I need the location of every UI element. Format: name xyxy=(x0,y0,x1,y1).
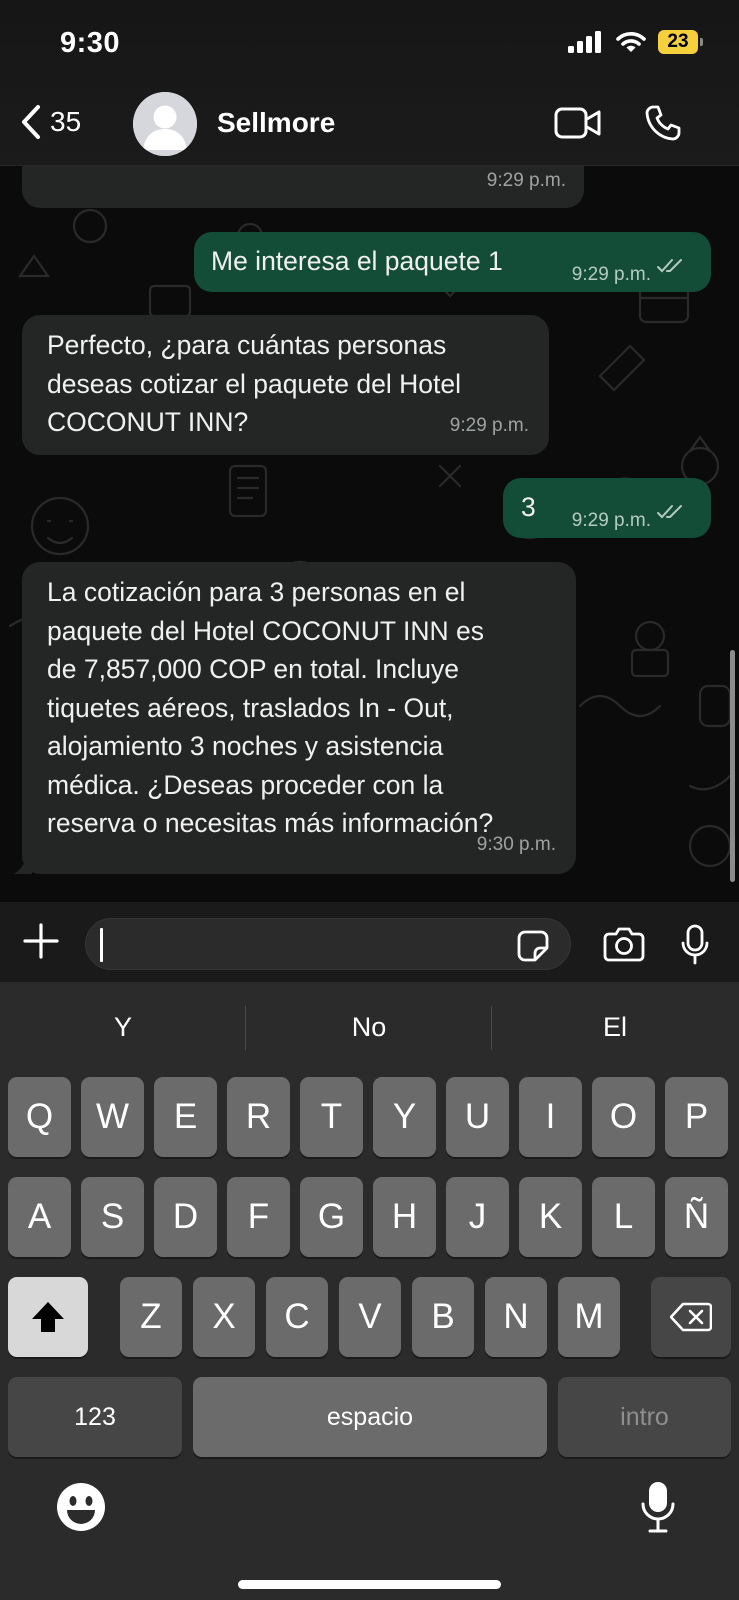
message-text: Me interesa el paquete 1 xyxy=(211,246,503,276)
predictive-suggestions: Y No El xyxy=(0,982,739,1072)
home-indicator[interactable] xyxy=(238,1580,501,1589)
chat-header: 9:30 23 35 Sellmore xyxy=(0,0,739,166)
message-outgoing[interactable]: 3 9:29 p.m. xyxy=(503,478,711,538)
key[interactable]: O xyxy=(592,1077,655,1157)
dictation-button[interactable] xyxy=(639,1480,677,1539)
key[interactable]: B xyxy=(412,1277,474,1357)
key[interactable]: S xyxy=(81,1177,144,1257)
suggestion-item[interactable]: No xyxy=(246,982,492,1072)
sticker-icon xyxy=(517,930,549,962)
battery-icon: 23 xyxy=(658,30,698,54)
suggestion-item[interactable]: Y xyxy=(0,982,246,1072)
key[interactable]: T xyxy=(300,1077,363,1157)
plus-icon xyxy=(23,923,59,959)
message-input[interactable] xyxy=(85,918,571,970)
keyboard: Y No El Q W E R T Y U I O P A S D F G H … xyxy=(0,982,739,1600)
key[interactable]: Y xyxy=(373,1077,436,1157)
emoji-button[interactable] xyxy=(56,1482,106,1537)
message-time: 9:29 p.m. xyxy=(449,414,529,436)
attach-button[interactable] xyxy=(22,922,60,965)
space-key[interactable]: espacio xyxy=(193,1377,547,1457)
wifi-icon xyxy=(616,32,646,52)
message-incoming[interactable]: Perfecto, ¿para cuántas personas deseas … xyxy=(22,315,549,455)
video-camera-icon xyxy=(554,107,601,139)
message-composer xyxy=(0,902,739,982)
key[interactable]: U xyxy=(446,1077,509,1157)
voice-message-button[interactable] xyxy=(680,924,710,971)
key[interactable]: V xyxy=(339,1277,401,1357)
emoji-icon xyxy=(57,1483,105,1531)
microphone-icon xyxy=(681,924,709,965)
return-key[interactable]: intro xyxy=(558,1377,731,1457)
message-text: La cotización para 3 personas en el paqu… xyxy=(47,577,494,838)
chat-area[interactable]: 9:29 p.m. Me interesa el paquete 1 9:29 … xyxy=(0,166,739,902)
message-time: 9:30 p.m. xyxy=(476,833,556,855)
key[interactable]: E xyxy=(154,1077,217,1157)
key[interactable]: Z xyxy=(120,1277,182,1357)
key[interactable]: K xyxy=(519,1177,582,1257)
key[interactable]: G xyxy=(300,1177,363,1257)
key[interactable]: Q xyxy=(8,1077,71,1157)
key[interactable]: R xyxy=(227,1077,290,1157)
unread-count: 35 xyxy=(50,106,82,137)
key[interactable]: N xyxy=(485,1277,547,1357)
key[interactable]: X xyxy=(193,1277,255,1357)
key[interactable]: L xyxy=(592,1177,655,1257)
key[interactable]: C xyxy=(266,1277,328,1357)
key[interactable]: J xyxy=(446,1177,509,1257)
cellular-signal-icon xyxy=(568,31,601,53)
key[interactable]: D xyxy=(154,1177,217,1257)
sticker-button[interactable] xyxy=(516,929,550,968)
message-time: 9:29 p.m. xyxy=(571,510,651,531)
key[interactable]: H xyxy=(373,1177,436,1257)
numbers-key[interactable]: 123 xyxy=(8,1377,182,1457)
microphone-icon xyxy=(641,1482,675,1533)
status-icons: 23 xyxy=(568,30,703,54)
key[interactable]: M xyxy=(558,1277,620,1357)
camera-icon xyxy=(603,927,645,962)
message-text: Perfecto, ¿para cuántas personas deseas … xyxy=(47,330,461,437)
avatar[interactable] xyxy=(133,92,197,156)
message-time: 9:29 p.m. xyxy=(486,169,566,191)
back-chevron-icon xyxy=(22,105,40,139)
shift-arrow-icon xyxy=(32,1302,64,1332)
key[interactable]: F xyxy=(227,1177,290,1257)
message-outgoing[interactable]: Me interesa el paquete 1 9:29 p.m. xyxy=(194,232,711,292)
default-avatar-icon xyxy=(133,92,197,156)
message-text: 3 xyxy=(521,492,536,522)
camera-button[interactable] xyxy=(603,926,645,967)
text-caret xyxy=(100,928,103,962)
key[interactable]: P xyxy=(665,1077,728,1157)
backspace-icon xyxy=(670,1302,712,1332)
key[interactable]: A xyxy=(8,1177,71,1257)
read-receipt-icon xyxy=(657,259,682,273)
key[interactable]: I xyxy=(519,1077,582,1157)
read-receipt-icon xyxy=(657,505,682,519)
chat-scrollbar[interactable] xyxy=(730,650,735,882)
key[interactable]: Ñ xyxy=(665,1177,728,1257)
message-time: 9:29 p.m. xyxy=(571,264,651,285)
bubble-tail xyxy=(14,856,32,874)
phone-icon xyxy=(645,105,681,141)
suggestion-item[interactable]: El xyxy=(492,982,738,1072)
battery-cap xyxy=(700,38,703,46)
key[interactable]: W xyxy=(81,1077,144,1157)
message-incoming[interactable]: 9:29 p.m. xyxy=(22,166,584,208)
message-incoming[interactable]: La cotización para 3 personas en el paqu… xyxy=(22,562,576,874)
shift-key[interactable] xyxy=(8,1277,88,1357)
contact-name[interactable]: Sellmore xyxy=(217,107,335,139)
voice-call-button[interactable] xyxy=(644,104,682,147)
video-call-button[interactable] xyxy=(554,106,602,145)
status-time: 9:30 xyxy=(60,27,121,59)
backspace-key[interactable] xyxy=(651,1277,731,1357)
back-button[interactable]: 35 xyxy=(20,104,81,140)
